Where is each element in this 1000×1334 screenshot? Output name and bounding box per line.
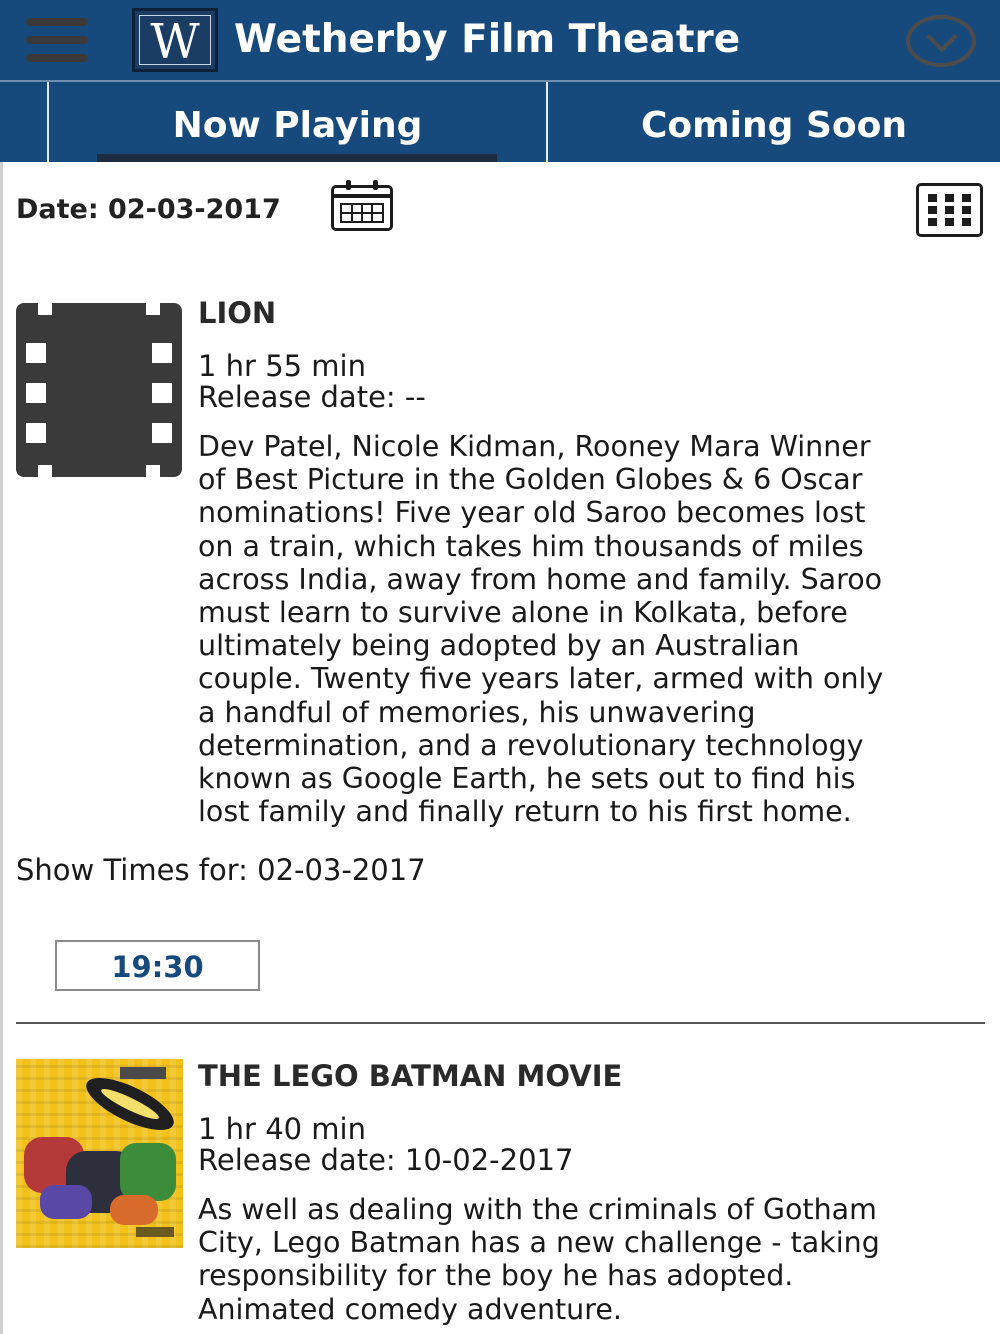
menu-icon[interactable] xyxy=(26,18,88,62)
description-line: of Best Picture in the Golden Globes & 6… xyxy=(198,463,863,497)
description-line: lost family and finally return to his fi… xyxy=(198,795,852,829)
description-line: couple. Twenty five years later, armed w… xyxy=(198,662,884,696)
calendar-icon[interactable] xyxy=(331,180,393,231)
description-line: on a train, which takes him thousands of… xyxy=(198,529,864,563)
description-line: must learn to survive alone in Kolkata, … xyxy=(198,596,848,630)
date-label: Date: 02-03-2017 xyxy=(16,194,281,225)
chevron-down-icon[interactable] xyxy=(906,15,976,67)
movie-description: As well as dealing with the criminals of… xyxy=(198,1193,998,1326)
movie-release-date: Release date: -- xyxy=(198,380,426,414)
film-strip-icon xyxy=(16,303,182,477)
movie-description: Dev Patel, Nicole Kidman, Rooney Mara Wi… xyxy=(198,430,998,828)
tab-now-playing[interactable]: Now Playing xyxy=(47,82,548,162)
description-line: Animated comedy adventure. xyxy=(198,1292,622,1326)
tab-bar: Now Playing Coming Soon xyxy=(0,82,1000,162)
tab-coming-soon[interactable]: Coming Soon xyxy=(548,82,1000,162)
description-line: As well as dealing with the criminals of… xyxy=(198,1193,877,1226)
description-line: determination, and a revolutionary techn… xyxy=(198,728,864,762)
grid-view-icon[interactable] xyxy=(916,183,983,237)
movie-duration: 1 hr 40 min xyxy=(198,1112,366,1146)
logo-letter: W xyxy=(150,14,200,70)
description-line: across India, away from home and family.… xyxy=(198,562,883,596)
movie-divider xyxy=(16,1022,985,1024)
active-tab-indicator xyxy=(97,154,497,162)
description-line: known as Google Earth, he sets out to fi… xyxy=(198,762,856,796)
description-line: Dev Patel, Nicole Kidman, Rooney Mara Wi… xyxy=(198,430,871,463)
movie-title[interactable]: LION xyxy=(198,296,276,330)
description-line: ultimately being adopted by an Australia… xyxy=(198,629,800,663)
description-line: City, Lego Batman has a new challenge - … xyxy=(198,1226,880,1260)
theatre-logo: W xyxy=(132,8,218,72)
showtime-button[interactable]: 19:30 xyxy=(55,940,260,991)
show-times-label: Show Times for: 02-03-2017 xyxy=(16,853,426,887)
movie-duration: 1 hr 55 min xyxy=(198,349,366,383)
app-title: Wetherby Film Theatre xyxy=(234,17,741,62)
description-line: nominations! Five year old Saroo becomes… xyxy=(198,496,866,530)
app-header: W Wetherby Film Theatre xyxy=(0,0,1000,82)
description-line: responsibility for the boy he has adopte… xyxy=(198,1259,794,1293)
movie-release-date: Release date: 10-02-2017 xyxy=(198,1143,574,1177)
left-border xyxy=(0,162,3,1334)
movie-title[interactable]: THE LEGO BATMAN MOVIE xyxy=(198,1059,622,1093)
description-line: a handful of memories, his unwavering xyxy=(198,695,756,729)
movie-poster[interactable] xyxy=(16,1059,183,1248)
